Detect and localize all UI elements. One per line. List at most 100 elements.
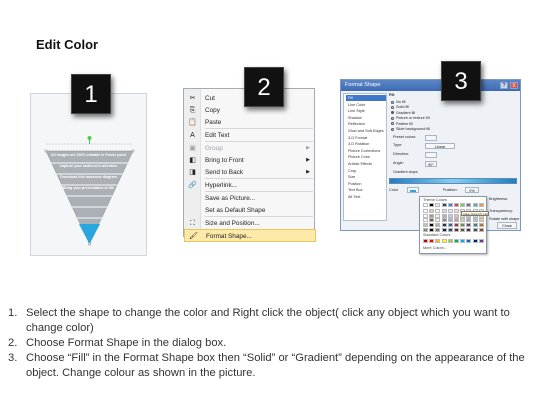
fill-option-picture-or-texture-fill[interactable]: Picture or texture fill: [391, 116, 430, 121]
theme-color-swatch[interactable]: [435, 218, 441, 223]
theme-color-swatch[interactable]: [447, 222, 453, 227]
field-control[interactable]: Linear: [425, 142, 455, 149]
theme-color-swatch[interactable]: [460, 203, 466, 207]
standard-color-swatch[interactable]: [472, 239, 478, 243]
category-3-d-rotation[interactable]: 3-D Rotation: [346, 141, 386, 147]
theme-color-swatch[interactable]: [454, 213, 459, 218]
theme-color-swatch[interactable]: [460, 227, 466, 232]
field-control[interactable]: [425, 151, 437, 158]
category-glow-and-soft-edges[interactable]: Glow and Soft Edges: [346, 128, 386, 134]
category-text-box[interactable]: Text Box: [346, 187, 386, 193]
theme-color-swatch[interactable]: [454, 222, 459, 227]
radio-icon: [391, 100, 394, 104]
theme-color-swatch[interactable]: [435, 222, 441, 227]
standard-color-swatch[interactable]: [435, 239, 441, 243]
theme-color-swatch[interactable]: [435, 203, 441, 207]
theme-color-swatch[interactable]: [472, 218, 478, 223]
theme-color-swatch[interactable]: [466, 203, 472, 207]
theme-color-swatch[interactable]: [441, 222, 447, 227]
theme-color-swatch[interactable]: [466, 227, 472, 232]
fill-option-solid-fill[interactable]: Solid fill: [391, 105, 409, 110]
theme-color-swatch[interactable]: [423, 227, 428, 232]
standard-color-swatch[interactable]: [466, 239, 472, 243]
menu-item-format-shape[interactable]: 🖌 Format Shape...: [184, 229, 316, 242]
theme-color-swatch[interactable]: [435, 227, 441, 232]
theme-color-swatch[interactable]: [478, 227, 484, 232]
standard-color-swatch[interactable]: [478, 239, 484, 243]
fill-option-no-fill[interactable]: No fill: [391, 100, 406, 105]
theme-color-swatch[interactable]: [447, 203, 453, 207]
theme-color-swatch[interactable]: [447, 218, 453, 223]
category-artistic-effects[interactable]: Artistic Effects: [346, 161, 386, 167]
fill-option-pattern-fill[interactable]: Pattern fill: [391, 122, 413, 127]
theme-color-swatch[interactable]: [429, 227, 435, 232]
page-title: Edit Color: [36, 37, 99, 52]
theme-color-swatch[interactable]: [472, 227, 478, 232]
theme-color-swatch[interactable]: [423, 213, 428, 218]
category-reflection[interactable]: Reflection: [346, 121, 386, 127]
theme-color-swatch[interactable]: [429, 222, 435, 227]
theme-color-swatch[interactable]: [441, 203, 447, 207]
field-control[interactable]: [425, 134, 437, 141]
theme-color-swatch[interactable]: [447, 227, 453, 232]
help-button[interactable]: ?: [500, 82, 508, 89]
theme-color-swatch[interactable]: [423, 209, 428, 214]
standard-color-swatch[interactable]: [447, 239, 453, 243]
category-size[interactable]: Size: [346, 174, 386, 180]
theme-color-swatch[interactable]: [423, 222, 428, 227]
pyramid-tip[interactable]: [79, 224, 100, 244]
theme-color-swatch[interactable]: [447, 213, 453, 218]
category-fill[interactable]: Fill: [346, 95, 386, 102]
standard-color-swatch[interactable]: [429, 239, 435, 243]
close-button[interactable]: Close: [497, 222, 517, 229]
theme-color-swatch[interactable]: [478, 218, 484, 223]
theme-color-swatch[interactable]: [441, 209, 447, 214]
fill-option-gradient-fill[interactable]: Gradient fill: [391, 111, 415, 116]
theme-color-swatch[interactable]: [429, 218, 435, 223]
theme-color-swatch[interactable]: [472, 203, 478, 207]
theme-color-swatch[interactable]: [466, 218, 472, 223]
theme-color-swatch[interactable]: [435, 209, 441, 214]
category-picture-corrections[interactable]: Picture Corrections: [346, 148, 386, 154]
standard-color-swatch[interactable]: [441, 239, 447, 243]
theme-color-swatch[interactable]: [454, 209, 459, 214]
gradient-bar[interactable]: [389, 178, 517, 184]
theme-color-swatch[interactable]: [429, 209, 435, 214]
standard-color-swatch[interactable]: [454, 239, 459, 243]
more-colors-item[interactable]: More Colors...: [423, 246, 447, 250]
theme-color-swatch[interactable]: [441, 227, 447, 232]
color-picker-button[interactable]: [407, 187, 419, 193]
category-crop[interactable]: Crop: [346, 168, 386, 174]
position-field[interactable]: 0%: [465, 187, 479, 193]
rotate-handle[interactable]: [87, 136, 92, 140]
category-alt-text[interactable]: Alt Text: [346, 194, 386, 200]
standard-color-swatch[interactable]: [460, 239, 466, 243]
theme-color-swatch[interactable]: [454, 203, 459, 207]
theme-color-swatch[interactable]: [466, 222, 472, 227]
theme-color-swatch[interactable]: [429, 203, 435, 207]
fill-option-slide-background-fill[interactable]: Slide background fill: [391, 127, 430, 132]
close-icon[interactable]: X: [510, 82, 518, 89]
category-line-color[interactable]: Line Color: [346, 102, 386, 108]
theme-color-swatch[interactable]: [423, 218, 428, 223]
theme-color-swatch[interactable]: [447, 209, 453, 214]
category-shadow[interactable]: Shadow: [346, 115, 386, 121]
theme-color-swatch[interactable]: [454, 227, 459, 232]
theme-color-swatch[interactable]: [460, 222, 466, 227]
category-line-style[interactable]: Line Style: [346, 108, 386, 114]
field-control[interactable]: 90°: [425, 160, 437, 167]
theme-color-swatch[interactable]: [429, 213, 435, 218]
category-position[interactable]: Position: [346, 181, 386, 187]
category-picture-color[interactable]: Picture Color: [346, 154, 386, 160]
theme-color-swatch[interactable]: [441, 218, 447, 223]
theme-color-swatch[interactable]: [472, 222, 478, 227]
category-3-d-format[interactable]: 3-D Format: [346, 135, 386, 141]
theme-color-swatch[interactable]: [423, 203, 428, 207]
theme-color-swatch[interactable]: [460, 218, 466, 223]
theme-color-swatch[interactable]: [478, 203, 484, 207]
theme-color-swatch[interactable]: [441, 213, 447, 218]
theme-color-swatch[interactable]: [435, 213, 441, 218]
theme-color-swatch[interactable]: [478, 222, 484, 227]
theme-color-swatch[interactable]: [454, 218, 459, 223]
standard-color-swatch[interactable]: [423, 239, 428, 243]
